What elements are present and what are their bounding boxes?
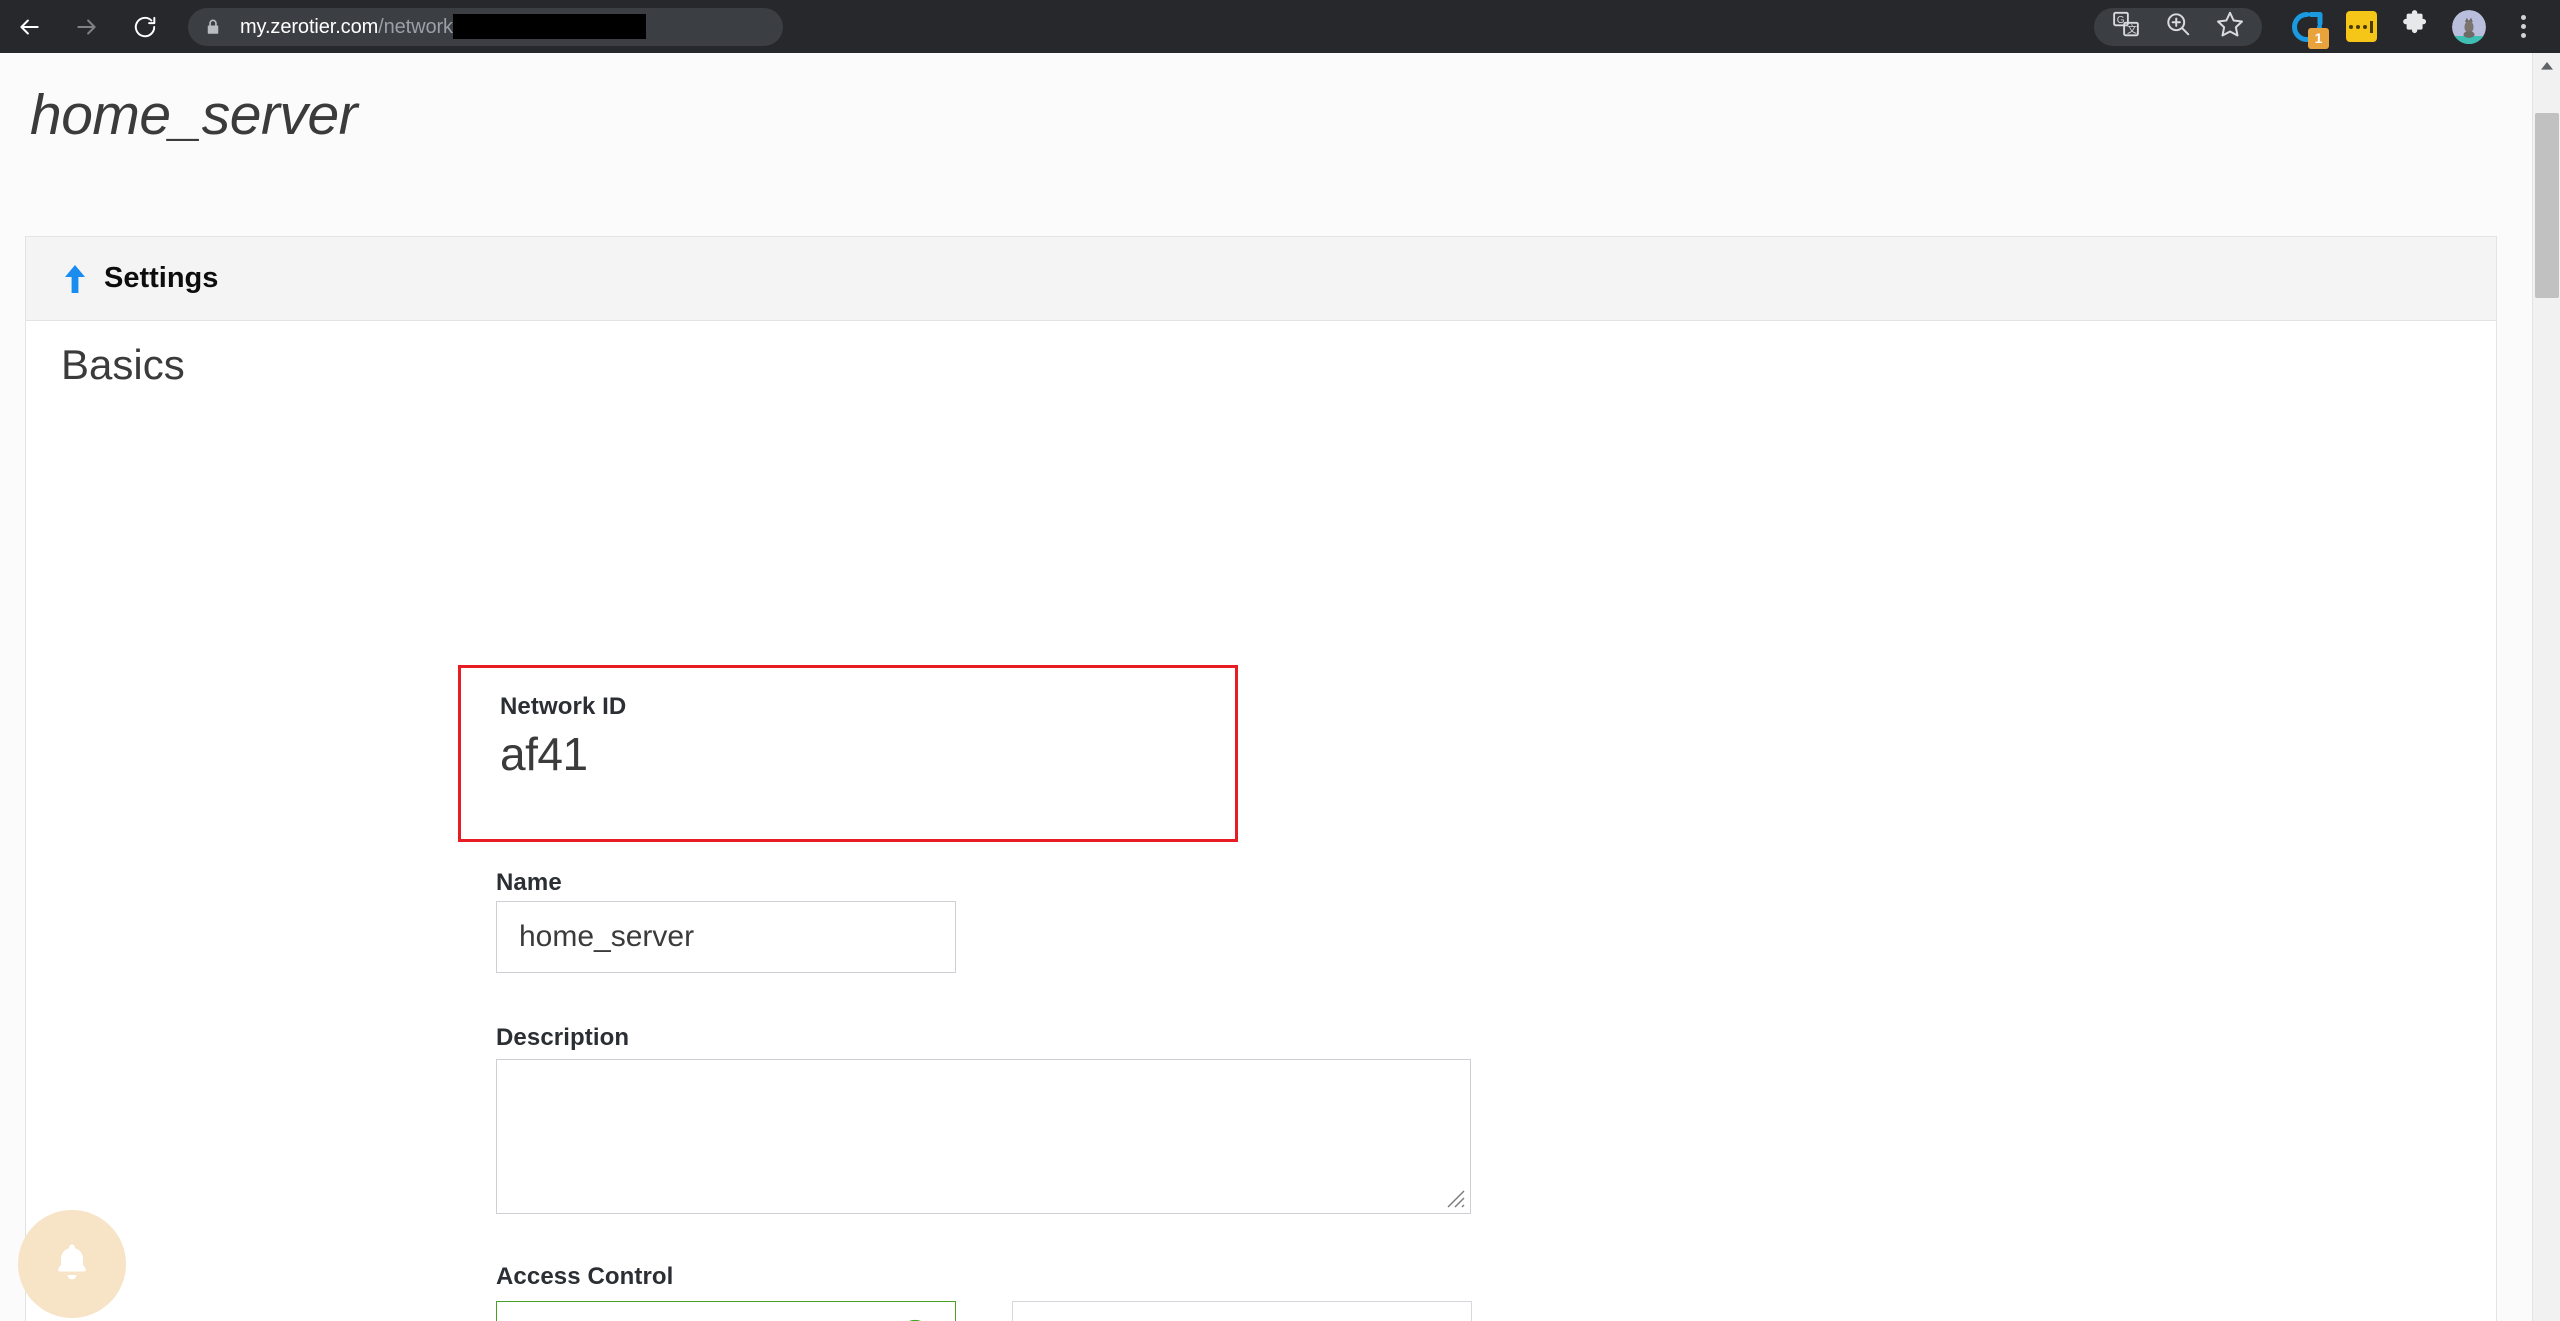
extensions-button[interactable] — [2388, 5, 2442, 49]
forward-arrow-icon — [74, 14, 100, 40]
notes-extension-button[interactable] — [2334, 5, 2388, 49]
sync-extension-badge: 1 — [2308, 28, 2329, 49]
address-bar[interactable]: my.zerotier.com/network — [188, 8, 783, 46]
zoom-button[interactable] — [2152, 5, 2204, 49]
chrome-menu-icon — [2521, 15, 2526, 38]
page-content: home_server Settings Basics Network ID a… — [0, 53, 2560, 1321]
description-textarea[interactable] — [496, 1059, 1471, 1214]
access-control-label: Access Control — [496, 1263, 673, 1291]
bookmark-button[interactable] — [2204, 5, 2256, 49]
translate-button[interactable]: G 文 — [2100, 5, 2152, 49]
browser-toolbar: my.zerotier.com/network G 文 — [0, 0, 2560, 53]
back-arrow-icon — [16, 14, 42, 40]
forward-button[interactable] — [58, 0, 116, 53]
access-option-private[interactable]: PRIVATE Nodes must be authorized to beco… — [496, 1301, 956, 1321]
page-title: home_server — [30, 82, 357, 148]
bookmark-star-icon — [2215, 9, 2245, 44]
settings-body: Basics Network ID af41 Name Description — [26, 321, 2496, 1321]
sync-extension-button[interactable]: 1 — [2280, 5, 2334, 49]
zoom-icon — [2164, 10, 2192, 43]
page-scrollbar[interactable] — [2532, 53, 2560, 1321]
lock-icon — [204, 17, 222, 37]
back-button[interactable] — [0, 0, 58, 53]
chrome-menu-button[interactable] — [2496, 5, 2550, 49]
scroll-up-arrow-icon — [2540, 58, 2554, 76]
settings-panel-header[interactable]: Settings — [26, 237, 2496, 321]
up-arrow-icon[interactable] — [63, 264, 87, 294]
profile-avatar-icon — [2452, 10, 2486, 44]
profile-button[interactable] — [2442, 5, 2496, 49]
network-id-redaction-bar — [590, 719, 855, 791]
access-option-public[interactable]: PUBLIC Any node can become a member. Mem… — [1012, 1301, 1472, 1321]
notification-bubble-button[interactable] — [18, 1210, 126, 1318]
svg-text:G: G — [2117, 15, 2125, 26]
reload-button[interactable] — [116, 0, 174, 53]
sync-extension-icon: 1 — [2290, 10, 2324, 44]
url-domain: my.zerotier.com — [240, 16, 378, 38]
reload-icon — [132, 14, 158, 40]
omnibox-action-group: G 文 — [2094, 8, 2262, 46]
url-path: /network — [378, 16, 453, 38]
network-id-value: af41 — [500, 731, 588, 777]
basics-section-label: Basics — [61, 341, 185, 389]
address-bar-url: my.zerotier.com/network — [240, 14, 646, 39]
url-redaction-bar — [453, 14, 646, 39]
browser-toolbar-right: G 文 — [2094, 0, 2550, 53]
scrollbar-thumb[interactable] — [2535, 113, 2559, 298]
name-input[interactable] — [496, 901, 956, 973]
network-id-highlight-box: Network ID af41 — [458, 665, 1238, 842]
access-control-options: PRIVATE Nodes must be authorized to beco… — [496, 1301, 1472, 1321]
translate-icon: G 文 — [2111, 9, 2141, 44]
scroll-up-button[interactable] — [2533, 53, 2560, 81]
name-label: Name — [496, 869, 562, 897]
settings-header-label: Settings — [104, 262, 218, 295]
bell-icon — [50, 1240, 94, 1289]
description-label: Description — [496, 1024, 629, 1052]
notes-extension-icon — [2346, 11, 2377, 42]
extensions-puzzle-icon — [2399, 8, 2431, 45]
network-id-label: Network ID — [500, 693, 1235, 721]
network-id-value-row[interactable]: af41 — [500, 731, 1235, 777]
settings-panel: Settings Basics Network ID af41 Name Des… — [25, 236, 2497, 1321]
svg-text:文: 文 — [2127, 23, 2137, 36]
